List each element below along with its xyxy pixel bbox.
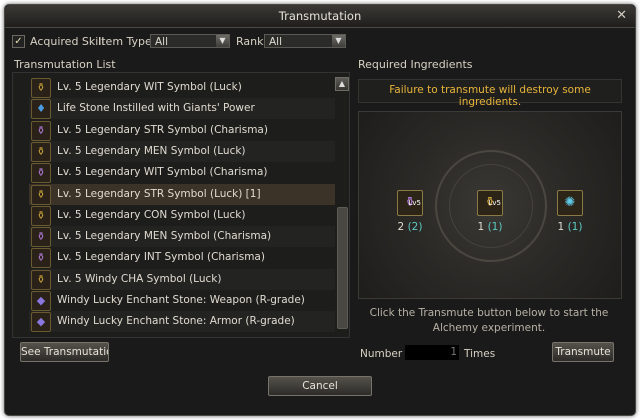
symbol-icon: ⚱	[31, 78, 51, 98]
list-item-label: Lv. 5 Legendary MEN Symbol (Luck)	[57, 144, 246, 157]
level-tag: Lv5	[408, 199, 422, 207]
enchant-stone-icon: ◆	[31, 291, 51, 311]
list-item[interactable]: ⚱ Lv. 5 Legendary MEN Symbol (Charisma)	[29, 226, 335, 248]
list-item-label: Windy Lucky Enchant Stone: Weapon (R-gra…	[57, 294, 305, 306]
list-item[interactable]: ◆ Windy Lucky Enchant Stone: Weapon (R-gr…	[29, 290, 335, 311]
warning-text: Failure to transmute will destroy some i…	[389, 84, 591, 108]
transmutation-list-title: Transmutation List	[14, 58, 116, 71]
symbol-icon: ⚱	[31, 141, 51, 162]
owned-count: (1)	[567, 221, 583, 233]
list-item[interactable]: ⚱ Lv. 5 Legendary WIT Symbol (Luck)	[29, 77, 335, 98]
chevron-down-icon: ▼	[332, 35, 345, 47]
list-item[interactable]: ⚱ Lv. 5 Legendary INT Symbol (Charisma)	[29, 247, 335, 269]
transmute-hint: Click the Transmute button below to star…	[369, 307, 609, 334]
ingredient-symbol-icon[interactable]: ⚱ Lv5	[397, 190, 423, 216]
list-item[interactable]: ⚱ Lv. 5 Legendary STR Symbol (Charisma)	[29, 120, 335, 141]
symbol-icon: ⚱	[31, 269, 51, 290]
scrollbar[interactable]: ▲	[335, 77, 349, 333]
list-item-label: Windy Lucky Enchant Stone: Armor (R-grad…	[57, 315, 295, 328]
item-type-label: Item Type	[98, 35, 152, 48]
list-item-label: Lv. 5 Legendary WIT Symbol (Luck)	[57, 81, 242, 93]
filter-bar: ✓ Acquired Skill Item Type All ▼ Rank Al…	[12, 34, 352, 50]
list-item-label: Life Stone Instilled with Giants' Power	[57, 102, 255, 115]
scroll-thumb[interactable]	[337, 207, 348, 329]
ingredient-count: 1 (1)	[553, 221, 587, 233]
symbol-icon: ⚱	[31, 163, 51, 184]
list-item-label: Lv. 5 Legendary MEN Symbol (Charisma)	[57, 230, 272, 243]
list-item[interactable]: ♦ Life Stone Instilled with Giants' Power	[29, 98, 335, 120]
list-item-label: Lv. 5 Legendary INT Symbol (Charisma)	[57, 251, 265, 264]
list-item[interactable]: ⚱ Lv. 5 Legendary MEN Symbol (Luck)	[29, 140, 335, 162]
close-icon[interactable]: ✕	[616, 8, 627, 23]
list-item-label: Lv. 5 Legendary STR Symbol (Charisma)	[57, 123, 268, 136]
ingredient-symbol-icon[interactable]: ⚱ Lv5	[477, 190, 503, 216]
ingredient-count: 2 (2)	[393, 221, 427, 233]
list-item[interactable]: ⚱ Lv. 5 Legendary WIT Symbol (Charisma)	[29, 162, 335, 184]
transmutation-list: ⚱ Lv. 5 Legendary WIT Symbol (Luck) ♦ Life …	[12, 72, 350, 338]
item-type-value: All	[155, 36, 169, 48]
symbol-icon: ⚱	[31, 248, 51, 269]
see-transmutation-button[interactable]: See Transmutation	[20, 342, 109, 362]
list-item-label: Lv. 5 Legendary STR Symbol (Luck) [1]	[57, 187, 261, 200]
rank-label: Rank	[236, 35, 264, 48]
gem-icon: ✺	[564, 195, 576, 210]
rank-select[interactable]: All ▼	[264, 34, 346, 48]
ingredient-gem-icon[interactable]: ✺	[557, 190, 583, 216]
item-type-select[interactable]: All ▼	[150, 34, 230, 48]
symbol-icon: ⚱	[31, 120, 51, 141]
chevron-down-icon: ▼	[216, 35, 229, 47]
times-label: Times	[464, 348, 496, 360]
list-item[interactable]: ⚱ Lv. 5 Legendary CON Symbol (Luck)	[29, 205, 335, 226]
required-count: 1	[557, 221, 565, 233]
required-count: 2	[397, 221, 405, 233]
title-bar[interactable]: Transmutation ✕	[5, 5, 635, 28]
transmute-button[interactable]: Transmute	[552, 342, 614, 362]
list-item-label: Lv. 5 Legendary CON Symbol (Luck)	[57, 208, 246, 221]
cancel-button[interactable]: Cancel	[268, 376, 372, 396]
owned-count: (1)	[487, 221, 503, 233]
symbol-icon: ⚱	[31, 227, 51, 248]
scroll-up-icon[interactable]: ▲	[335, 77, 349, 91]
acquired-skill-label: Acquired Skill	[30, 35, 105, 48]
life-stone-icon: ♦	[31, 99, 51, 120]
required-ingredients-title: Required Ingredients	[358, 58, 473, 71]
required-count: 1	[477, 221, 485, 233]
list-item[interactable]: ⚱ Lv. 5 Windy CHA Symbol (Luck)	[29, 268, 335, 290]
list-item[interactable]: ⚱ Lv. 5 Legendary STR Symbol (Luck) [1]	[29, 183, 335, 205]
rank-value: All	[269, 36, 283, 48]
ingredient-count: 1 (1)	[473, 221, 507, 233]
level-tag: Lv5	[488, 199, 502, 207]
acquired-skill-checkbox[interactable]: ✓	[12, 35, 25, 48]
number-of-times-input[interactable]: 1	[405, 345, 459, 360]
alchemy-circle: ⚱ Lv5 2 (2) ⚱ Lv5 1 (1) ✺ 1 (1)	[358, 111, 622, 299]
list-item-label: Lv. 5 Legendary WIT Symbol (Charisma)	[57, 166, 268, 179]
symbol-icon: ⚱	[31, 205, 51, 226]
owned-count: (2)	[407, 221, 423, 233]
symbol-icon: ⚱	[31, 184, 51, 205]
list-item[interactable]: ◆ Windy Lucky Enchant Stone: Armor (R-gra…	[29, 311, 335, 333]
window-title: Transmutation	[278, 9, 362, 23]
warning-box: Failure to transmute will destroy some i…	[358, 79, 622, 108]
list-item-label: Lv. 5 Windy CHA Symbol (Luck)	[57, 272, 222, 285]
enchant-stone-icon: ◆	[31, 312, 51, 333]
